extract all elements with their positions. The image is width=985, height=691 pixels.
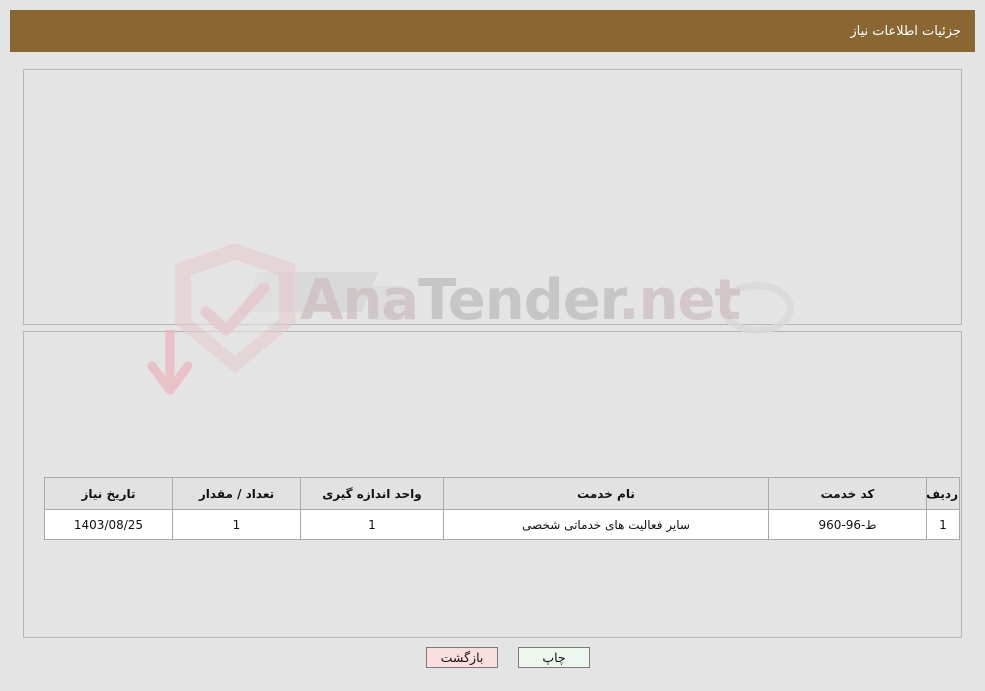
page-title: جزئیات اطلاعات نیاز xyxy=(850,23,961,39)
cell-quantity: 1 xyxy=(172,509,301,540)
cell-unit: 1 xyxy=(300,509,444,540)
page-header-bar: جزئیات اطلاعات نیاز xyxy=(10,10,975,52)
th-need-date: تاریخ نیاز xyxy=(44,477,173,510)
th-service-name: نام خدمت xyxy=(443,477,769,510)
print-button[interactable]: چاپ xyxy=(518,647,590,668)
th-radif: ردیف xyxy=(926,477,960,510)
cell-service-name: سایر فعالیت های خدماتی شخصی xyxy=(443,509,769,540)
cell-service-code: ط-96-960 xyxy=(768,509,927,540)
th-quantity: تعداد / مقدار xyxy=(172,477,301,510)
cell-radif: 1 xyxy=(926,509,960,540)
th-unit: واحد اندازه گیری xyxy=(300,477,444,510)
services-table: ردیف کد خدمت نام خدمت واحد اندازه گیری ت… xyxy=(44,477,960,540)
need-info-panel xyxy=(23,69,962,325)
table-header-row: ردیف کد خدمت نام خدمت واحد اندازه گیری ت… xyxy=(44,477,960,510)
table-row[interactable]: 1 ط-96-960 سایر فعالیت های خدماتی شخصی 1… xyxy=(44,509,960,540)
cell-need-date: 1403/08/25 xyxy=(44,509,173,540)
back-button[interactable]: بازگشت xyxy=(426,647,498,668)
th-service-code: کد خدمت xyxy=(768,477,927,510)
